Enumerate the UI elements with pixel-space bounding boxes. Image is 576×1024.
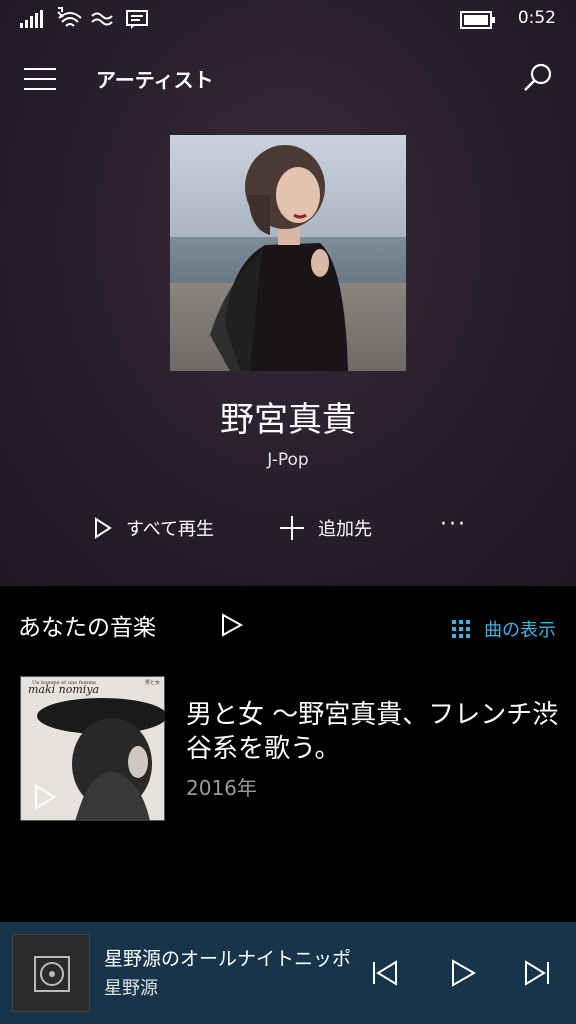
now-playing-artist: 星野源 xyxy=(104,978,158,999)
page-title: アーティスト xyxy=(96,68,214,92)
previous-track-icon[interactable] xyxy=(370,958,400,988)
artist-photo xyxy=(170,135,406,371)
wifi-icon xyxy=(57,7,82,27)
play-icon xyxy=(95,517,112,539)
album-cover-jp-text: 男と女 xyxy=(145,679,160,686)
status-time: 0:52 xyxy=(517,8,556,28)
artist-name: 野宮真貴 xyxy=(220,400,356,440)
more-button[interactable]: ··· xyxy=(440,508,467,540)
message-icon xyxy=(126,10,148,29)
add-to-button[interactable]: 追加先 xyxy=(280,512,372,544)
show-songs-button[interactable]: 曲の表示 xyxy=(452,616,556,642)
status-bar: 0:52 xyxy=(0,0,576,40)
album-cover-text: maki nomiya xyxy=(28,683,99,696)
search-icon[interactable] xyxy=(522,62,554,94)
your-music-title: あなたの音楽 xyxy=(18,615,156,641)
hamburger-menu-icon[interactable] xyxy=(24,68,56,90)
now-playing-art[interactable] xyxy=(12,934,90,1012)
play-button-icon[interactable] xyxy=(448,958,478,988)
play-all-button[interactable]: すべて再生 xyxy=(94,512,214,544)
title-bar: アーティスト xyxy=(0,52,576,104)
nfc-icon xyxy=(91,12,113,26)
now-playing-bar[interactable]: 星野源のオールナイトニッポン 星野源 xyxy=(0,922,576,1024)
add-to-label: 追加先 xyxy=(318,519,372,540)
battery-icon xyxy=(460,11,495,29)
plus-icon xyxy=(280,516,304,540)
album-cover[interactable]: Un homme et une femme 男と女 maki nomiya xyxy=(20,676,165,821)
play-all-label: すべて再生 xyxy=(126,519,215,540)
show-songs-label: 曲の表示 xyxy=(484,620,556,641)
more-ellipsis-icon: ··· xyxy=(440,511,467,537)
signal-icon xyxy=(20,10,43,28)
album-title[interactable]: 男と女 ～野宮真貴、フレンチ渋谷系を歌う。 xyxy=(186,698,566,766)
album-year: 2016年 xyxy=(186,776,257,800)
grid-icon xyxy=(452,620,470,638)
next-track-icon[interactable] xyxy=(522,958,552,988)
artist-genre: J-Pop xyxy=(267,450,309,470)
play-your-music-icon[interactable] xyxy=(220,612,244,638)
now-playing-title: 星野源のオールナイトニッポン xyxy=(104,948,354,970)
